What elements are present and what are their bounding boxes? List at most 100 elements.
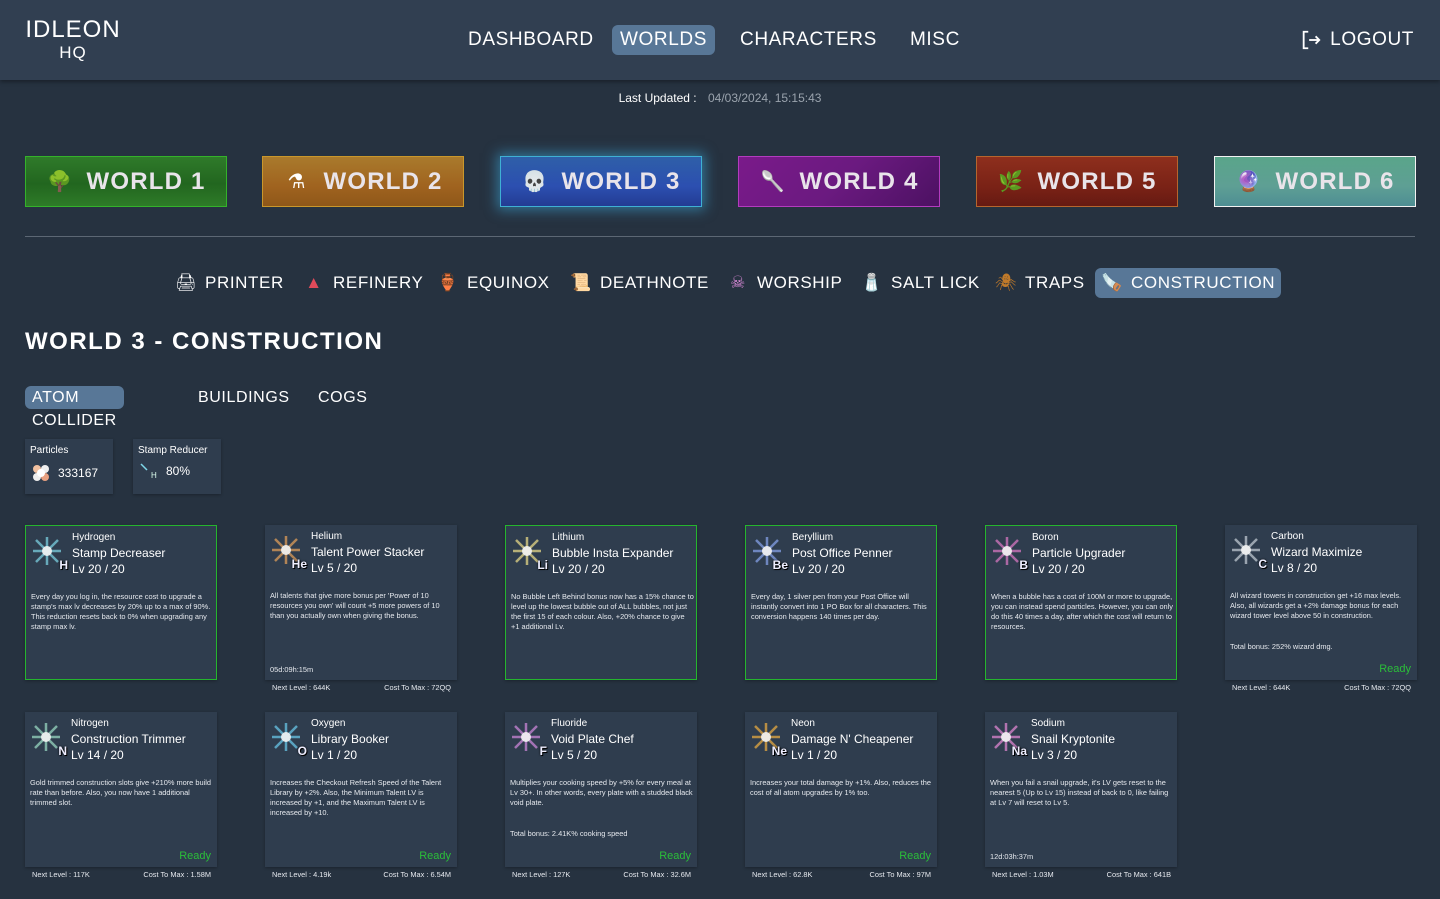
atom-card-oxygen[interactable]: O Oxygen Library Booker Lv 1 / 20 Increases …	[265, 712, 457, 867]
atom-level: Lv 14 / 20	[71, 748, 124, 762]
tab-buildings[interactable]: BUILDINGS	[191, 386, 297, 409]
subnav-traps[interactable]: 🕷 TRAPS	[989, 268, 1091, 298]
ladle-icon: 🥄	[760, 171, 785, 193]
world-4-button[interactable]: 🥄 WORLD 4	[738, 156, 940, 207]
atom-element: Boron	[1032, 532, 1059, 543]
atom-level: Lv 8 / 20	[1271, 561, 1318, 575]
atom-hydrogen-icon: H	[32, 536, 68, 572]
world-label: WORLD 1	[86, 167, 206, 195]
refinery-icon: ▲	[305, 273, 323, 292]
atom-element: Oxygen	[311, 718, 346, 729]
subnav-salt-lick[interactable]: 🧂 SALT LICK	[855, 268, 986, 298]
tab-atom-collider[interactable]: ATOM COLLIDER	[25, 386, 124, 429]
atom-card-boron[interactable]: B Boron Particle Upgrader Lv 20 / 20 When a …	[985, 525, 1177, 680]
tree-anvil-icon: 🌳	[47, 171, 72, 193]
atom-neon-icon: Ne	[751, 722, 787, 758]
subnav-construction[interactable]: 🪚 CONSTRUCTION	[1095, 268, 1282, 298]
atom-name: Snail Kryptonite	[1031, 732, 1116, 746]
ready-status: Ready	[1379, 663, 1411, 675]
nav-misc[interactable]: MISC	[902, 25, 968, 55]
world-5-button[interactable]: 🌿 WORLD 5	[976, 156, 1178, 207]
world-2-button[interactable]: ⚗ WORLD 2	[262, 156, 464, 207]
salt-lick-icon: 🧂	[861, 273, 883, 292]
atom-symbol: Be	[772, 558, 788, 572]
world-1-button[interactable]: 🌳 WORLD 1	[25, 156, 227, 207]
subnav-label: SALT LICK	[891, 273, 980, 292]
atom-sodium-icon: Na	[991, 722, 1027, 758]
spider-icon: 🕷	[994, 273, 1018, 292]
atom-element: Helium	[311, 531, 343, 542]
atom-level: Lv 1 / 20	[311, 748, 358, 762]
next-level-cost: Next Level : 644K	[272, 683, 331, 692]
atom-element: Fluoride	[551, 718, 588, 729]
atom-name: Particle Upgrader	[1032, 546, 1126, 560]
atom-description: When you fail a snail upgrade, it's LV g…	[990, 778, 1169, 807]
world-subnav: 🖨 PRINTER ▲ REFINERY 🏺 EQUINOX 📜 DEATHNO…	[0, 268, 1440, 298]
atom-element: Lithium	[552, 532, 585, 543]
atom-card-hydrogen[interactable]: H Hydrogen Stamp Decreaser Lv 20 / 20 Every …	[25, 525, 217, 680]
stat-value: 80%	[166, 464, 191, 478]
logout-button[interactable]: LOGOUT	[1300, 27, 1414, 53]
atom-card-nitrogen[interactable]: N Nitrogen Construction Trimmer Lv 14 / 20 G…	[25, 712, 217, 867]
next-level-cost: Next Level : 127K	[512, 870, 571, 879]
sprout-icon: 🌿	[998, 171, 1023, 193]
atom-name: Talent Power Stacker	[311, 545, 425, 559]
subnav-label: REFINERY	[333, 273, 424, 292]
atom-boron-icon: B	[992, 536, 1028, 572]
atom-description: Multiplies your cooking speed by +5% for…	[510, 778, 693, 807]
atom-costs: Next Level : 62.8K Cost To Max : 97M	[745, 870, 937, 882]
last-updated-label: Last Updated :	[618, 91, 697, 105]
atom-glow	[512, 723, 540, 751]
atom-card-carbon[interactable]: C Carbon Wizard Maximize Lv 8 / 20 All wizar…	[1225, 525, 1417, 680]
printer-icon: 🖨	[174, 273, 198, 292]
atom-level: Lv 20 / 20	[792, 562, 845, 576]
atom-level: Lv 5 / 20	[551, 748, 598, 762]
subnav-equinox[interactable]: 🏺 EQUINOX	[431, 268, 556, 298]
atom-card-helium[interactable]: He Helium Talent Power Stacker Lv 5 / 20 All…	[265, 525, 457, 680]
atom-name: Library Booker	[311, 732, 390, 746]
atom-card-neon[interactable]: Ne Neon Damage N' Cheapener Lv 1 / 20 Increa…	[745, 712, 937, 867]
atom-symbol: B	[1019, 558, 1028, 572]
subnav-deathnote[interactable]: 📜 DEATHNOTE	[564, 268, 715, 298]
next-level-cost: Next Level : 644K	[1232, 683, 1291, 692]
atom-timer: 12d:03h:37m	[990, 852, 1034, 861]
nav-characters[interactable]: CHARACTERS	[732, 25, 885, 55]
atom-symbol: C	[1258, 557, 1267, 571]
subnav-worship[interactable]: ☠ WORSHIP	[721, 268, 848, 298]
subnav-printer[interactable]: 🖨 PRINTER	[169, 268, 290, 298]
atom-costs: Next Level : 644K Cost To Max : 72QQ	[1225, 683, 1417, 695]
atom-card-fluoride[interactable]: F Fluoride Void Plate Chef Lv 5 / 20 Multipl…	[505, 712, 697, 867]
atom-description: All wizard towers in construction get +1…	[1230, 591, 1402, 620]
atom-name: Wizard Maximize	[1271, 545, 1363, 559]
subnav-refinery[interactable]: ▲ REFINERY	[297, 268, 429, 298]
subnav-label: PRINTER	[205, 273, 284, 292]
atom-card-sodium[interactable]: Na Sodium Snail Kryptonite Lv 3 / 20 When yo…	[985, 712, 1177, 867]
divider	[25, 236, 1415, 237]
stat-label: Stamp Reducer	[138, 445, 208, 456]
atom-element: Sodium	[1031, 718, 1065, 729]
world-label: WORLD 5	[1037, 167, 1157, 195]
world-6-button[interactable]: 🔮 WORLD 6	[1214, 156, 1416, 207]
subnav-label: EQUINOX	[467, 273, 550, 292]
atom-description: Every day, 1 silver pen from your Post O…	[751, 592, 927, 621]
cost-to-max: Cost To Max : 97M	[869, 870, 931, 879]
atom-card-lithium[interactable]: Li Lithium Bubble Insta Expander Lv 20 / 20…	[505, 525, 697, 680]
atom-total-bonus: Total bonus: 2.41K% cooking speed	[510, 829, 628, 838]
nav-dashboard[interactable]: DASHBOARD	[460, 25, 602, 55]
stat-label: Particles	[30, 445, 69, 456]
world-label: WORLD 3	[561, 167, 681, 195]
atom-symbol: N	[58, 744, 67, 758]
nav-worlds[interactable]: WORLDS	[612, 25, 715, 55]
atom-costs: Next Level : 127K Cost To Max : 32.6M	[505, 870, 697, 882]
atom-lithium-icon: Li	[512, 536, 548, 572]
cost-to-max: Cost To Max : 32.6M	[623, 870, 691, 879]
hydrogen-icon: H	[140, 463, 157, 480]
cost-to-max: Cost To Max : 1.58M	[143, 870, 211, 879]
atom-name: Construction Trimmer	[71, 732, 186, 746]
stamp-reducer-stat: Stamp Reducer H 80%	[133, 439, 221, 494]
atom-card-beryllium[interactable]: Be Beryllium Post Office Penner Lv 20 / 20 E…	[745, 525, 937, 680]
world-3-button[interactable]: 💀 WORLD 3	[500, 156, 702, 207]
atom-total-bonus: Total bonus: 252% wizard dmg.	[1230, 642, 1333, 651]
tab-cogs[interactable]: COGS	[311, 386, 375, 409]
deathnote-icon: 📜	[570, 273, 592, 292]
